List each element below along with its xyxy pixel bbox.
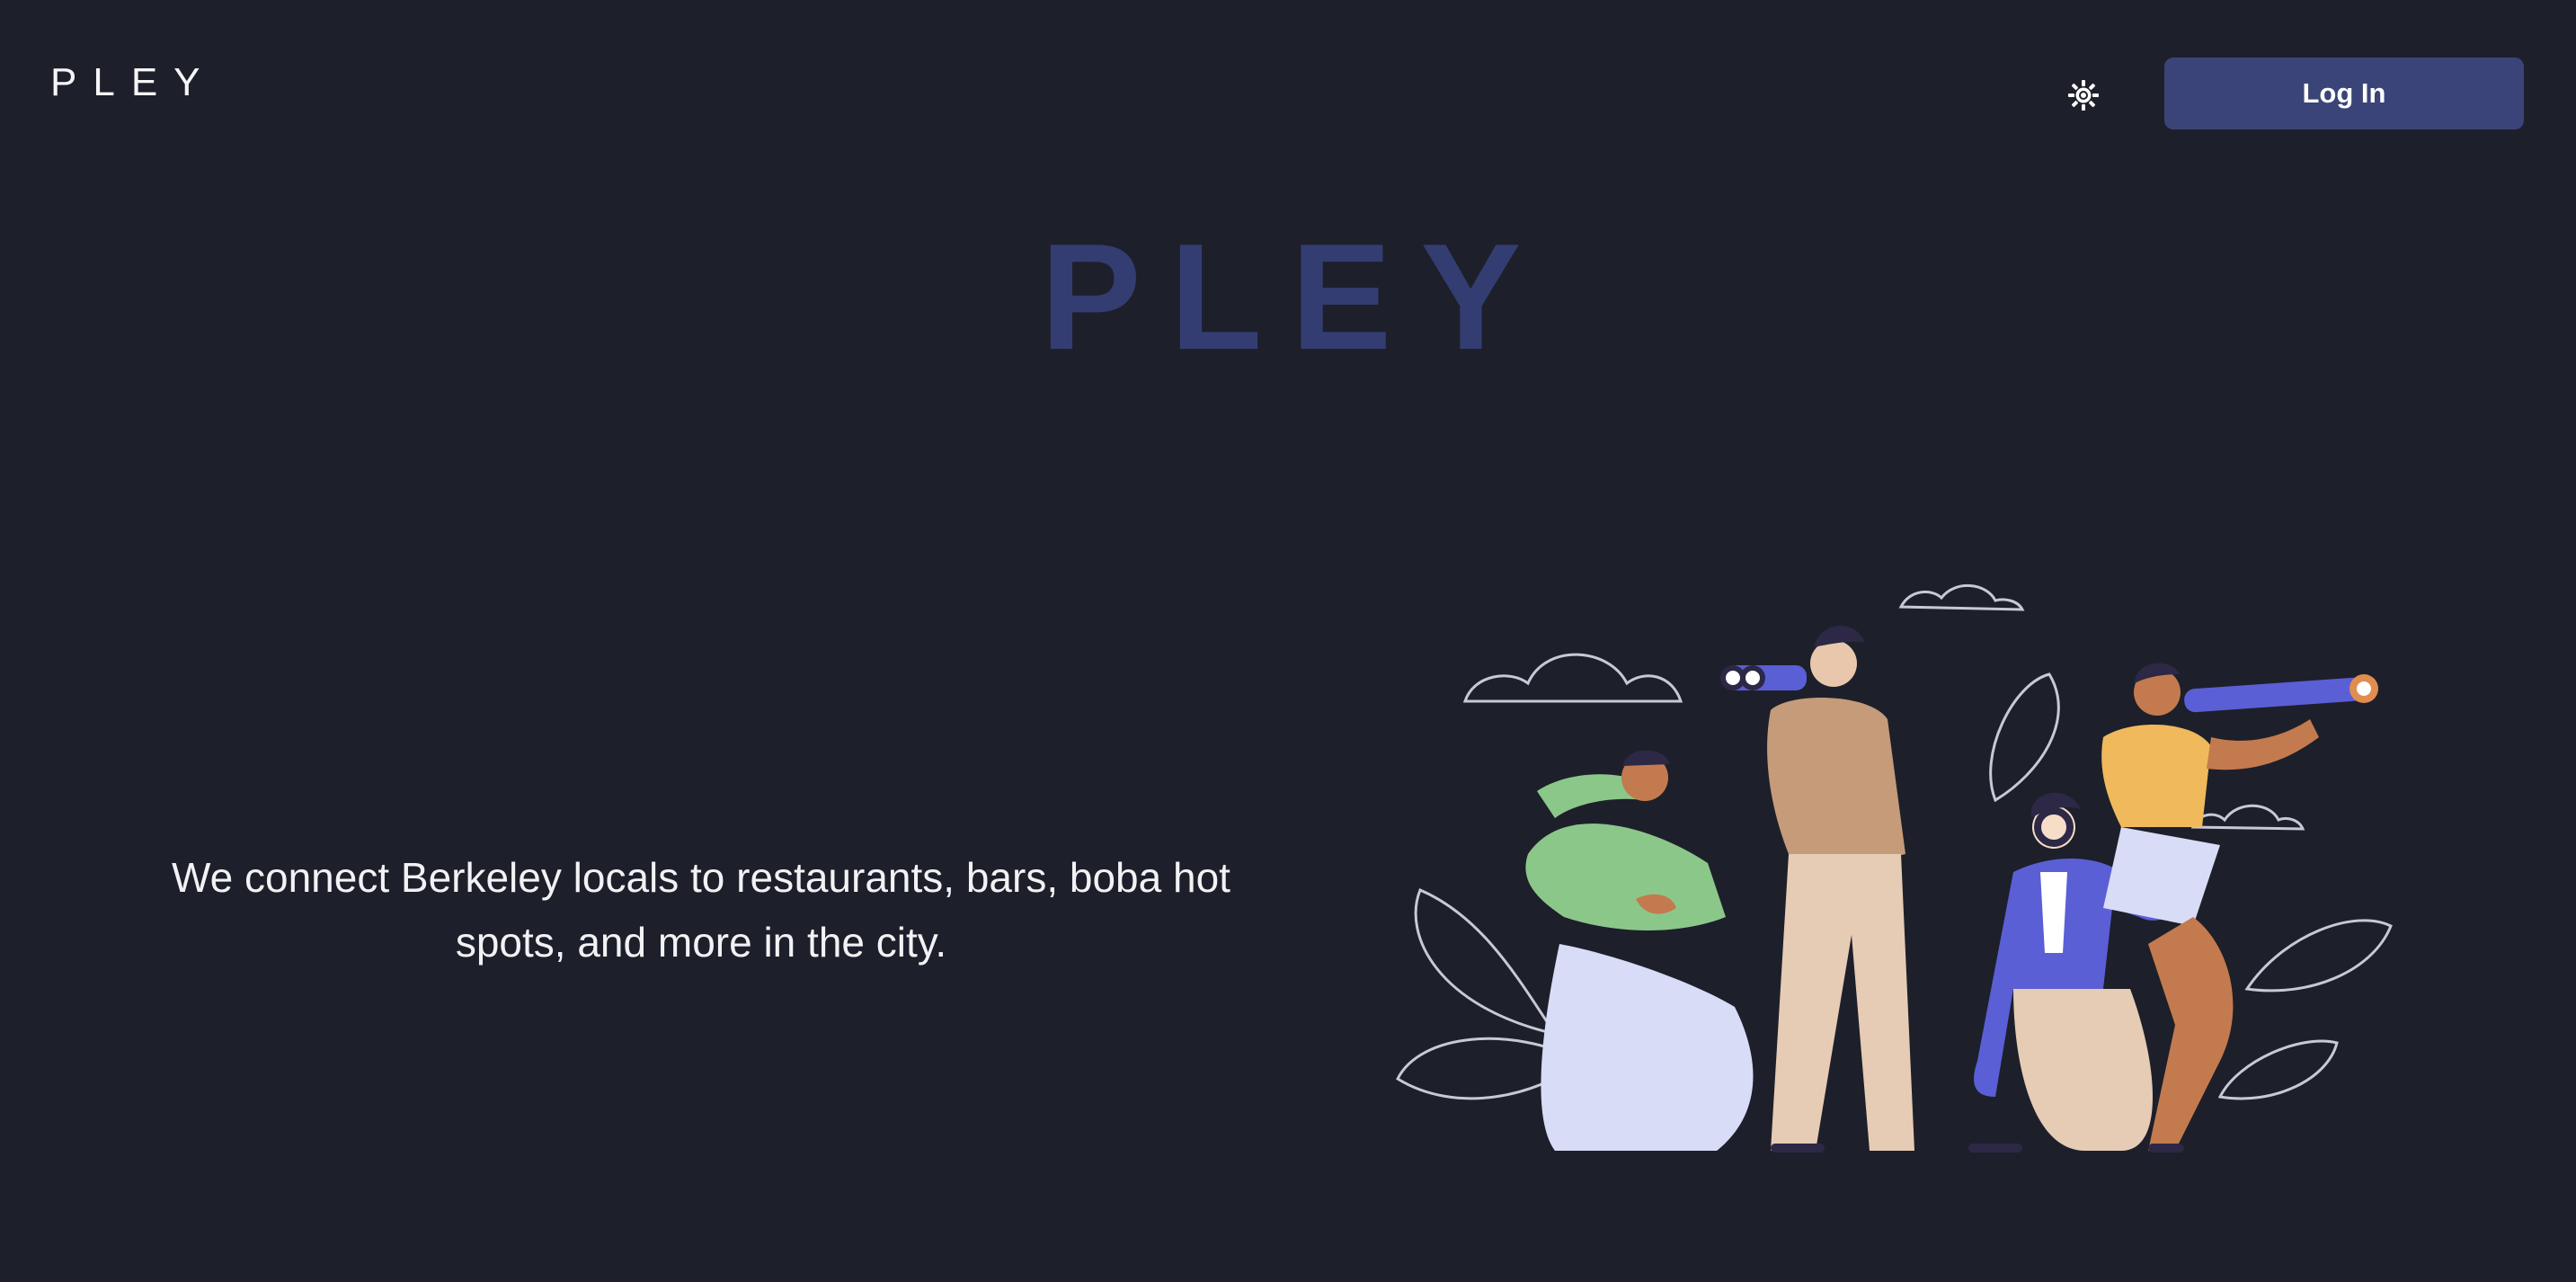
nav-logo[interactable]: PLEY xyxy=(50,63,217,102)
leaf-left-1 xyxy=(1414,888,1559,1037)
cloud-top xyxy=(1898,584,2025,611)
leaf-middle xyxy=(1989,672,2060,803)
landing-page: PLEY Log In PLEY We connect Berkeley loc… xyxy=(0,0,2576,1282)
hero-title: PLEY xyxy=(1040,212,1550,381)
cloud-left xyxy=(1462,653,1683,703)
cloud-right xyxy=(2190,804,2305,831)
sun-icon xyxy=(2068,80,2099,111)
leaf-right-1 xyxy=(2244,919,2393,993)
people-exploring-illustration xyxy=(1396,584,2393,1153)
login-button[interactable]: Log In xyxy=(2164,58,2524,129)
theme-toggle-button[interactable] xyxy=(2064,76,2103,115)
person-green-sweater xyxy=(1525,750,1754,1151)
hero-tagline: We connect Berkeley locals to restaurant… xyxy=(172,854,1230,966)
leaf-right-2 xyxy=(2217,1039,2339,1100)
